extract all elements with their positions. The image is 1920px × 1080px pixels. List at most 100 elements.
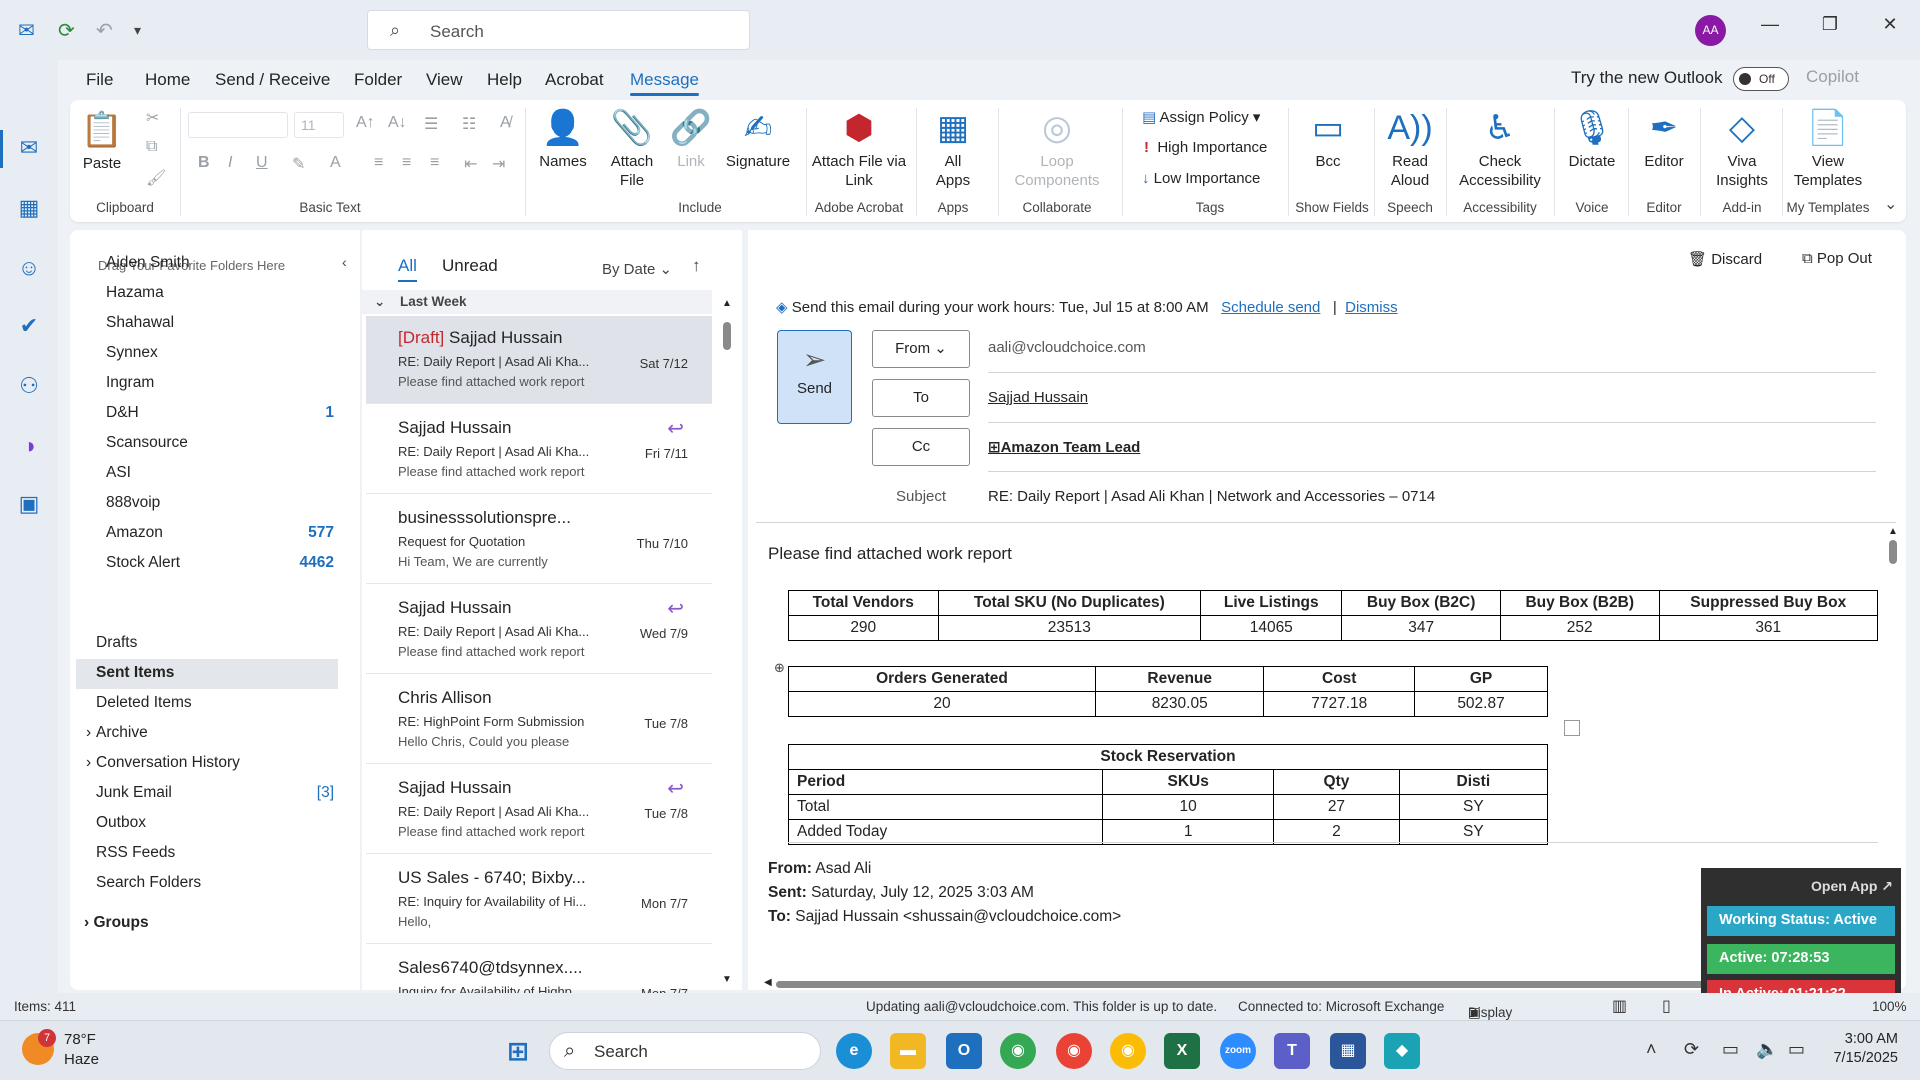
folder-item[interactable]: Synnex bbox=[106, 344, 334, 362]
calculator-icon[interactable]: ▦ bbox=[1330, 1033, 1366, 1069]
folder-item[interactable]: 888voip bbox=[106, 494, 334, 512]
from-button[interactable]: From ⌄ bbox=[872, 330, 970, 368]
folder-item[interactable]: Deleted Items bbox=[96, 694, 334, 712]
excel-icon[interactable]: X bbox=[1164, 1033, 1200, 1069]
calendar-icon[interactable]: ▦ bbox=[13, 192, 45, 224]
to-button[interactable]: To bbox=[872, 379, 970, 417]
list-item[interactable]: Sajjad Hussain ↩ RE: Daily Report | Asad… bbox=[366, 766, 712, 854]
list-item[interactable]: Chris Allison RE: HighPoint Form Submiss… bbox=[366, 676, 712, 764]
undo-icon[interactable]: ↶ bbox=[96, 18, 113, 43]
bold-icon[interactable]: B bbox=[198, 154, 210, 172]
send-button[interactable]: ➢ Send bbox=[777, 330, 852, 424]
zoom-level[interactable]: 100% bbox=[1872, 999, 1907, 1014]
quick-access-dropdown-icon[interactable]: ▾ bbox=[134, 22, 141, 39]
tray-sync-icon[interactable]: ⟳ bbox=[1684, 1039, 1699, 1060]
paste-button[interactable]: 📋 Paste bbox=[76, 106, 128, 173]
folder-item[interactable]: Hazama bbox=[106, 284, 334, 302]
people-icon[interactable]: ☺ bbox=[13, 252, 45, 284]
dictate-button[interactable]: 🎙 Dictate bbox=[1562, 104, 1622, 171]
battery-icon[interactable]: ▭ bbox=[1788, 1039, 1805, 1060]
app-icon[interactable]: ◆ bbox=[1384, 1033, 1420, 1069]
link-button[interactable]: 🔗 Link bbox=[666, 104, 716, 171]
open-app-button[interactable]: Open App ↗ bbox=[1811, 878, 1893, 895]
numbering-icon[interactable]: ☷ bbox=[462, 114, 476, 134]
clock[interactable]: 3:00 AM 7/15/2025 bbox=[1826, 1031, 1898, 1066]
tab-home[interactable]: Home bbox=[145, 70, 190, 90]
scroll-up-icon[interactable]: ▲ bbox=[722, 298, 732, 309]
taskbar-search[interactable]: ⌕ Search bbox=[549, 1032, 821, 1070]
list-item[interactable]: [Draft] Sajjad Hussain RE: Daily Report … bbox=[366, 316, 712, 404]
table-move-handle-icon[interactable]: ⊕ bbox=[774, 660, 785, 676]
file-explorer-icon[interactable]: ▬ bbox=[890, 1033, 926, 1069]
font-name-select[interactable] bbox=[188, 112, 288, 138]
high-importance-button[interactable]: ! High Importance bbox=[1144, 139, 1267, 156]
chrome-profile-icon[interactable]: ◉ bbox=[1056, 1033, 1092, 1069]
folder-item[interactable]: › Archive bbox=[86, 724, 334, 742]
attach-via-link-button[interactable]: ⬢ Attach File via Link bbox=[810, 104, 908, 190]
underline-icon[interactable]: U bbox=[256, 154, 268, 172]
read-aloud-button[interactable]: A)) Read Aloud bbox=[1380, 104, 1440, 190]
table-resize-handle[interactable] bbox=[1564, 720, 1580, 736]
increase-indent-icon[interactable]: ⇥ bbox=[492, 154, 505, 174]
windows-start-icon[interactable]: ⊞ bbox=[500, 1033, 536, 1069]
tab-send-receive[interactable]: Send / Receive bbox=[215, 70, 330, 90]
network-icon[interactable]: ▭ bbox=[1722, 1039, 1739, 1060]
discard-button[interactable]: 🗑 Discard bbox=[1688, 250, 1762, 268]
cc-button[interactable]: Cc bbox=[872, 428, 970, 466]
list-item[interactable]: US Sales - 6740; Bixby... RE: Inquiry fo… bbox=[366, 856, 712, 944]
folder-item[interactable]: Stock Alert 4462 bbox=[106, 554, 334, 572]
apps-icon[interactable]: ▣ bbox=[13, 488, 45, 520]
check-accessibility-button[interactable]: ♿ Check Accessibility bbox=[1450, 104, 1550, 190]
scrollbar-thumb[interactable] bbox=[1889, 540, 1897, 564]
scroll-up-icon[interactable]: ▲ bbox=[1888, 526, 1898, 537]
minimize-button[interactable]: — bbox=[1750, 14, 1790, 35]
avatar[interactable]: AA bbox=[1695, 15, 1726, 46]
folder-item[interactable]: › Conversation History bbox=[86, 754, 334, 772]
tab-help[interactable]: Help bbox=[487, 70, 522, 90]
normal-view-icon[interactable]: ▥ bbox=[1612, 996, 1627, 1016]
to-recipient[interactable]: Sajjad Hussain bbox=[988, 389, 1088, 406]
view-templates-button[interactable]: 📄 View Templates bbox=[1784, 104, 1872, 190]
signature-button[interactable]: ✍ Signature bbox=[718, 104, 798, 171]
teams-icon[interactable]: T bbox=[1274, 1033, 1310, 1069]
tab-acrobat[interactable]: Acrobat bbox=[545, 70, 604, 90]
folder-item[interactable]: D&H 1 bbox=[106, 404, 334, 422]
tab-view[interactable]: View bbox=[426, 70, 463, 90]
list-item[interactable]: Sajjad Hussain ↩ RE: Daily Report | Asad… bbox=[366, 586, 712, 674]
scroll-left-icon[interactable]: ◀ bbox=[764, 977, 772, 988]
folder-item[interactable]: Junk Email [3] bbox=[96, 784, 334, 802]
schedule-send-link[interactable]: Schedule send bbox=[1221, 299, 1320, 316]
group-header[interactable]: ⌄ Last Week bbox=[362, 290, 712, 314]
attach-file-button[interactable]: 📎 Attach File bbox=[602, 104, 662, 190]
loop-components-button[interactable]: ◎ Loop Components bbox=[1002, 104, 1112, 190]
scrollbar-thumb[interactable] bbox=[723, 322, 731, 350]
tab-all[interactable]: All bbox=[398, 256, 417, 282]
zoom-icon[interactable]: zoom bbox=[1220, 1033, 1256, 1069]
sort-direction-icon[interactable]: ↑ bbox=[692, 256, 701, 276]
clear-formatting-icon[interactable]: A̸ bbox=[500, 114, 511, 132]
close-button[interactable]: ✕ bbox=[1870, 14, 1910, 35]
assign-policy-button[interactable]: ▤ Assign Policy ▾ bbox=[1142, 108, 1260, 126]
todo-icon[interactable]: ✔ bbox=[13, 310, 45, 342]
folder-item[interactable]: Drafts bbox=[96, 634, 334, 652]
tab-unread[interactable]: Unread bbox=[442, 256, 498, 276]
org-explorer-icon[interactable]: ⚇ bbox=[13, 370, 45, 402]
tab-message[interactable]: Message bbox=[630, 70, 699, 96]
folder-item[interactable]: Search Folders bbox=[96, 874, 334, 892]
new-outlook-toggle[interactable]: Off bbox=[1733, 67, 1789, 91]
scroll-down-icon[interactable]: ▼ bbox=[722, 974, 732, 985]
chrome-profile-2-icon[interactable]: ◉ bbox=[1110, 1033, 1146, 1069]
groups-folder[interactable]: › Groups bbox=[84, 914, 149, 932]
sort-by-date-button[interactable]: By Date ⌄ bbox=[602, 260, 672, 278]
font-size-select[interactable]: 11 bbox=[294, 112, 344, 138]
align-right-icon[interactable]: ≡ bbox=[430, 154, 439, 172]
search-box[interactable]: ⌕ Search bbox=[367, 10, 750, 50]
bcc-button[interactable]: ▭ Bcc bbox=[1298, 104, 1358, 171]
pop-out-button[interactable]: ⧉ Pop Out bbox=[1802, 250, 1872, 267]
grow-font-icon[interactable]: A↑ bbox=[356, 114, 375, 132]
folder-item[interactable]: Ingram bbox=[106, 374, 334, 392]
copy-icon[interactable]: ⧉ bbox=[146, 138, 157, 156]
outlook-taskbar-icon[interactable]: O bbox=[946, 1033, 982, 1069]
folder-item[interactable]: ASI bbox=[106, 464, 334, 482]
folder-item[interactable]: Aiden Smith bbox=[106, 254, 334, 272]
